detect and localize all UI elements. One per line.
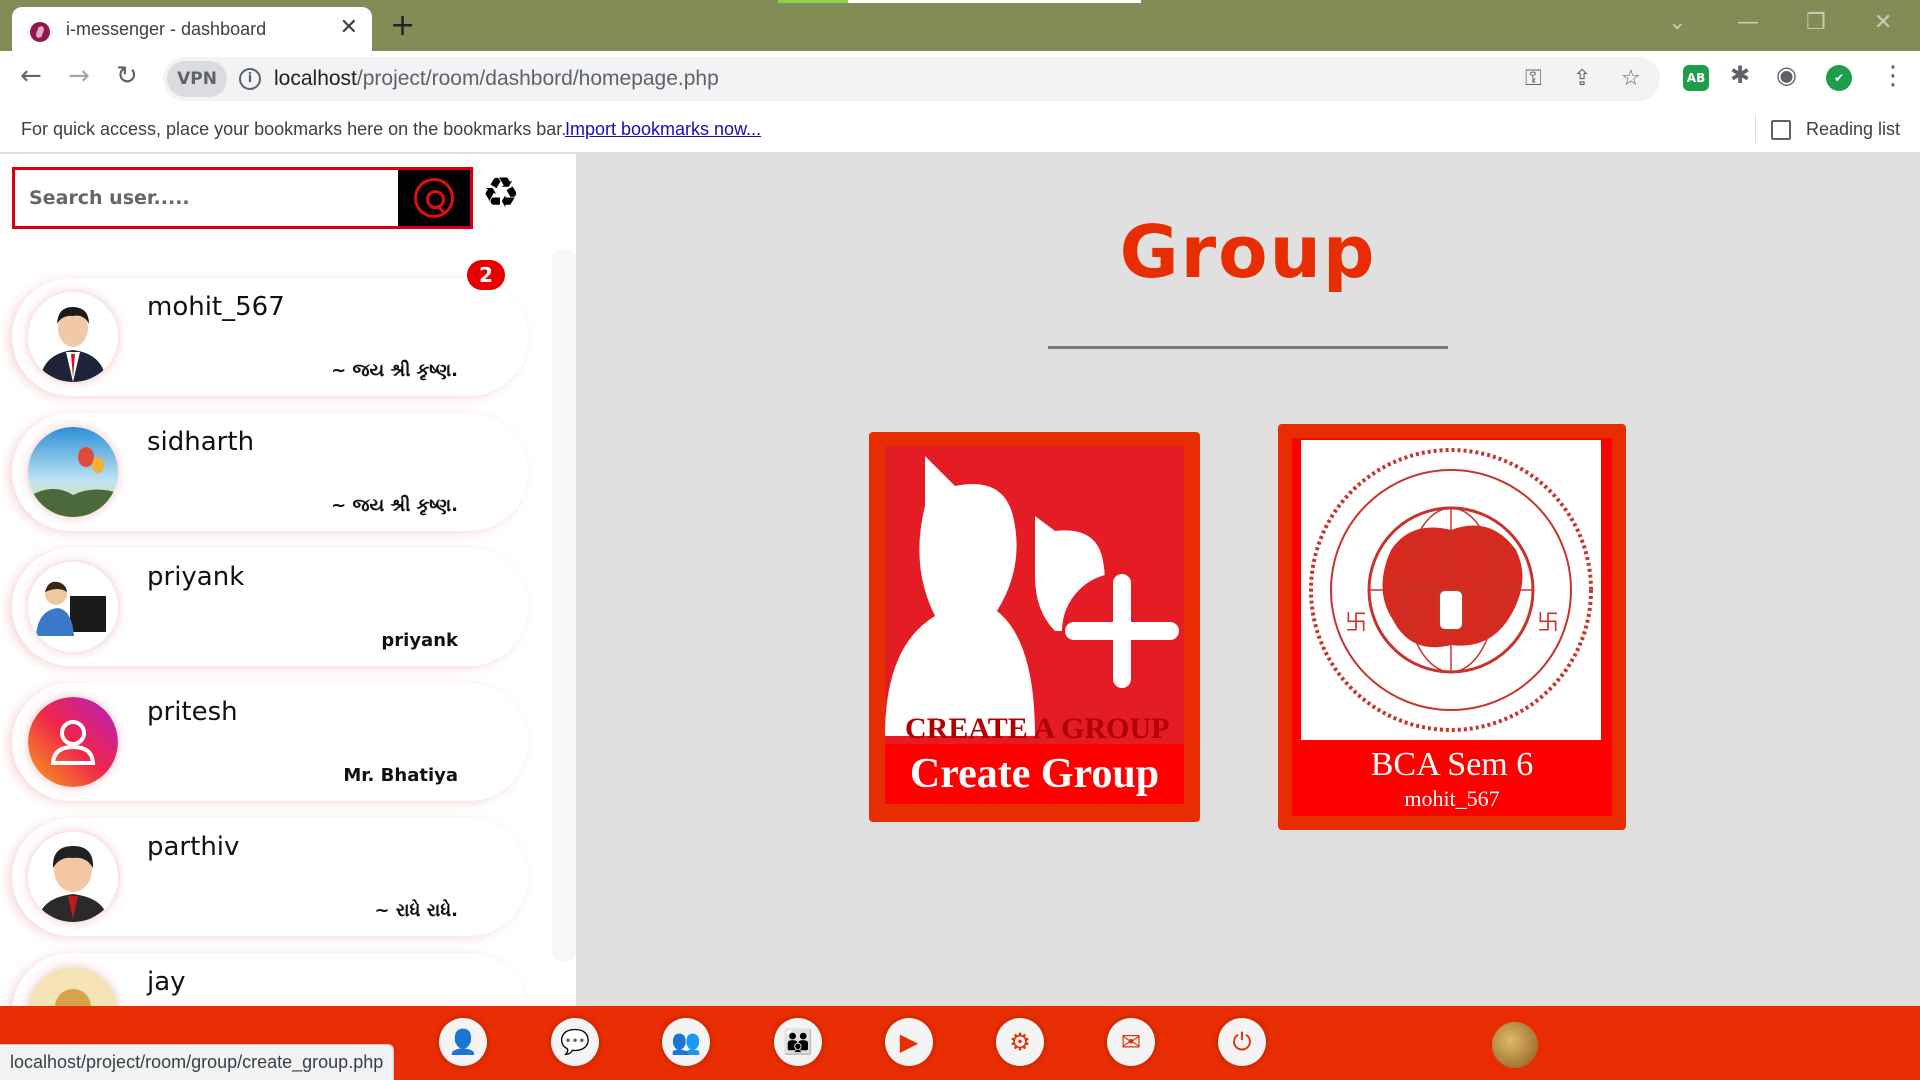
adblock-icon[interactable]: AB [1683,65,1709,91]
shield-check-icon[interactable]: ✔ [1826,65,1852,91]
bookmarks-bar: For quick access, place your bookmarks h… [0,107,1920,153]
tab-search-icon[interactable]: ⌄ [1668,10,1686,35]
address-bar[interactable]: VPN i localhost/project/room/dashbord/ho… [163,57,1660,101]
search-button[interactable] [398,170,470,226]
favicon-icon [30,22,50,42]
video-icon[interactable]: ▶ [885,1018,933,1066]
profile-icon[interactable]: 👤 [439,1018,487,1066]
card-caption: Create Group [885,744,1184,804]
contact-name: pritesh [147,697,238,727]
key-icon[interactable]: ⚿ [1525,66,1542,91]
divider [1048,346,1448,349]
back-icon[interactable]: ← [20,61,42,91]
settings-icon[interactable]: ⚙ [996,1018,1044,1066]
contact-name: jay [147,967,186,997]
contact-status: ~ રાધે રાધે. [374,900,459,921]
group-owner: mohit_567 [1404,786,1500,811]
contact-item-sidharth[interactable]: sidharth ~ જય શ્રી કૃષ્ણ. [12,413,528,531]
contact-item-priyank[interactable]: priyank priyank [12,548,528,666]
contact-name: mohit_567 [147,292,285,322]
avatar [28,292,118,382]
reading-list-button[interactable]: Reading list [1806,119,1900,140]
minimize-icon[interactable]: — [1737,10,1759,35]
browser-toolbar: ← → ↻ VPN i localhost/project/room/dashb… [0,51,1920,107]
browser-tab[interactable]: i-messenger - dashboard ✕ [12,7,372,51]
forward-icon[interactable]: → [68,61,90,91]
close-icon[interactable]: ✕ [340,15,358,40]
create-group-art-text: CREATE A GROUP [905,712,1169,744]
contact-item-jay[interactable]: jay [12,953,528,1006]
user-avatar[interactable] [1492,1022,1538,1068]
group-name: BCA Sem 6 [1370,746,1534,783]
search-input[interactable] [15,170,397,226]
vpn-badge[interactable]: VPN [167,61,227,97]
tab-loading-bar [778,0,1141,3]
search-icon [414,178,454,218]
avatar [28,697,118,787]
status-bar-url: localhost/project/room/group/create_grou… [0,1044,395,1080]
tab-strip: i-messenger - dashboard ✕ + ⌄ — ❐ ✕ [0,0,1920,51]
create-group-image: CREATE A GROUP [885,446,1184,744]
refresh-icon[interactable]: ♻ [482,172,520,214]
contact-status: ~ જય શ્રી કૃષ્ણ. [331,360,458,381]
svg-text:卐: 卐 [1537,611,1559,636]
share-icon[interactable]: ⇪ [1573,66,1591,91]
power-icon[interactable]: ⏻ [1218,1018,1266,1066]
new-tab-icon[interactable]: + [390,8,415,43]
search-box [12,167,473,229]
url-text[interactable]: localhost/project/room/dashbord/homepage… [274,67,719,91]
contact-name: sidharth [147,427,255,457]
college-seal-image: 卐 卐 [1301,440,1601,740]
avatar [28,562,118,652]
contacts-icon[interactable]: 👥 [662,1018,710,1066]
menu-icon[interactable]: ⋮ [1880,61,1906,91]
restore-icon[interactable]: ❐ [1806,10,1826,35]
create-group-label: Create Group [909,751,1160,797]
sidebar-scrollbar[interactable] [552,250,576,962]
page-title: Group [1119,210,1377,294]
window-close-icon[interactable]: ✕ [1874,10,1892,35]
group-card-bca-sem-6[interactable]: 卐 卐 BCA Sem 6 mohit_567 [1278,424,1626,830]
avatar [28,967,118,1006]
reload-icon[interactable]: ↻ [116,61,138,91]
profile-avatar-icon[interactable]: ◉ [1776,61,1797,89]
import-bookmarks-link[interactable]: Import bookmarks now... [565,119,761,140]
contact-status: Mr. Bhatiya [343,765,458,786]
contact-status: ~ જય શ્રી કૃષ્ણ. [331,495,458,516]
unread-badge: 2 [467,260,505,290]
contact-item-pritesh[interactable]: pritesh Mr. Bhatiya [12,683,528,801]
contact-status: priyank [381,630,458,651]
contact-item-mohit[interactable]: mohit_567 ~ જય શ્રી કૃષ્ણ. [12,278,528,396]
contact-name: parthiv [147,832,240,862]
avatar [28,427,118,517]
bookmark-star-icon[interactable]: ☆ [1621,66,1641,91]
site-info-icon[interactable]: i [239,68,261,90]
group-icon[interactable]: 👪 [774,1018,822,1066]
create-group-card[interactable]: CREATE A GROUP Create Group [869,432,1200,822]
contact-name: priyank [147,562,245,592]
extensions-icon[interactable]: ✱ [1730,61,1750,89]
svg-text:卐: 卐 [1345,611,1367,636]
chats-icon[interactable]: 💬 [551,1018,599,1066]
divider [1755,115,1756,143]
bookmarks-hint: For quick access, place your bookmarks h… [21,119,567,139]
contact-item-parthiv[interactable]: parthiv ~ રાધે રાધે. [12,818,528,936]
avatar [28,832,118,922]
reading-list-icon[interactable] [1771,120,1791,140]
tab-title: i-messenger - dashboard [66,19,267,39]
feedback-icon[interactable]: ✉ [1107,1018,1155,1066]
